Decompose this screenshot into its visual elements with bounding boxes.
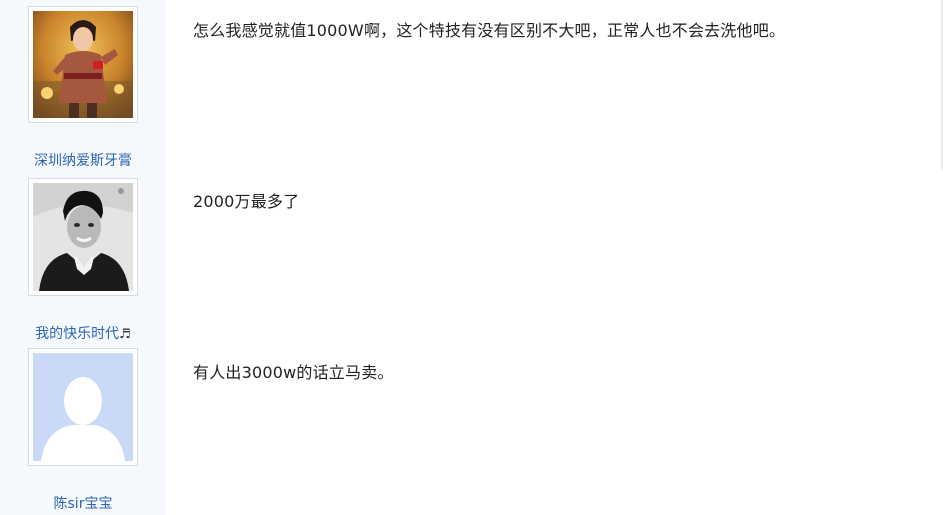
post-text-2: 2000万最多了 — [193, 192, 300, 211]
music-note-icon: ♬ — [119, 327, 131, 342]
avatar-post-2[interactable] — [28, 178, 138, 296]
avatar-image — [33, 353, 133, 461]
bw-portrait-icon — [33, 183, 133, 291]
default-avatar-icon — [33, 353, 133, 461]
avatar-post-3[interactable] — [28, 348, 138, 466]
post-text-1: 怎么我感觉就值1000W啊，这个特技有没有区别不大吧，正常人也不会去洗他吧。 — [193, 21, 786, 40]
avatar-image — [33, 11, 133, 118]
username-text: 我的快乐时代 — [35, 326, 120, 342]
username-post-1[interactable]: 深圳纳爱斯牙膏 — [0, 150, 166, 170]
avatar-post-1[interactable] — [28, 6, 138, 123]
stage-performer-icon — [33, 11, 133, 118]
post-text-3: 有人出3000w的话立马卖。 — [193, 363, 394, 382]
username-post-2[interactable]: 我的快乐时代♬ — [0, 323, 166, 343]
avatar-image — [33, 183, 133, 291]
username-post-3[interactable]: 陈sir宝宝 — [0, 493, 166, 513]
